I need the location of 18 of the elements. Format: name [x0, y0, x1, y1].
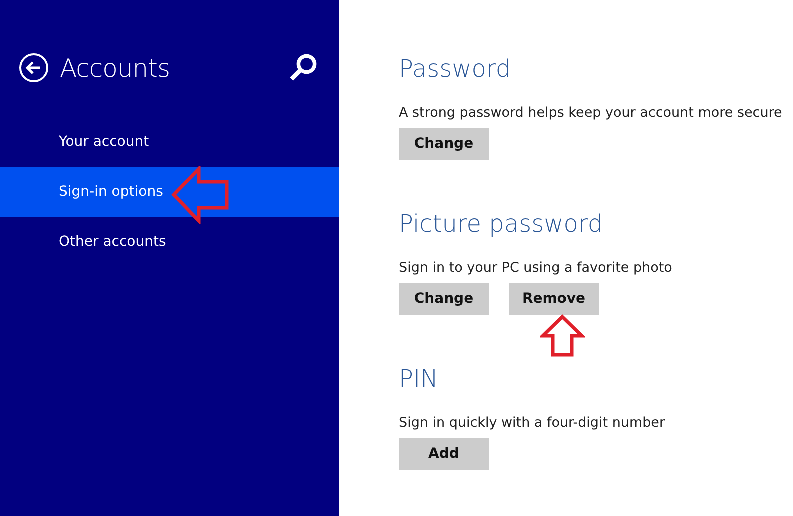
search-icon[interactable]	[288, 53, 318, 83]
action-button[interactable]: Change	[399, 128, 489, 160]
section-description: Sign in to your PC using a favorite photo	[399, 259, 672, 278]
section-description: A strong password helps keep your account more secure	[399, 104, 782, 123]
back-icon[interactable]	[19, 53, 49, 83]
arrow-icon	[540, 314, 585, 358]
nav-item[interactable]: Your account	[0, 117, 339, 167]
action-button[interactable]: Change	[399, 283, 489, 315]
section-heading: Password	[399, 54, 512, 85]
arrow-icon	[171, 166, 230, 224]
section-heading: Picture password	[399, 209, 604, 240]
section-heading: PIN	[399, 364, 439, 395]
action-button[interactable]: Add	[399, 438, 489, 470]
action-button[interactable]: Remove	[509, 283, 599, 315]
page-title: Accounts	[60, 54, 170, 82]
section-description: Sign in quickly with a four-digit number	[399, 414, 666, 433]
nav-item[interactable]: Other accounts	[0, 217, 339, 267]
nav-item[interactable]: Sign-in options	[0, 167, 339, 217]
